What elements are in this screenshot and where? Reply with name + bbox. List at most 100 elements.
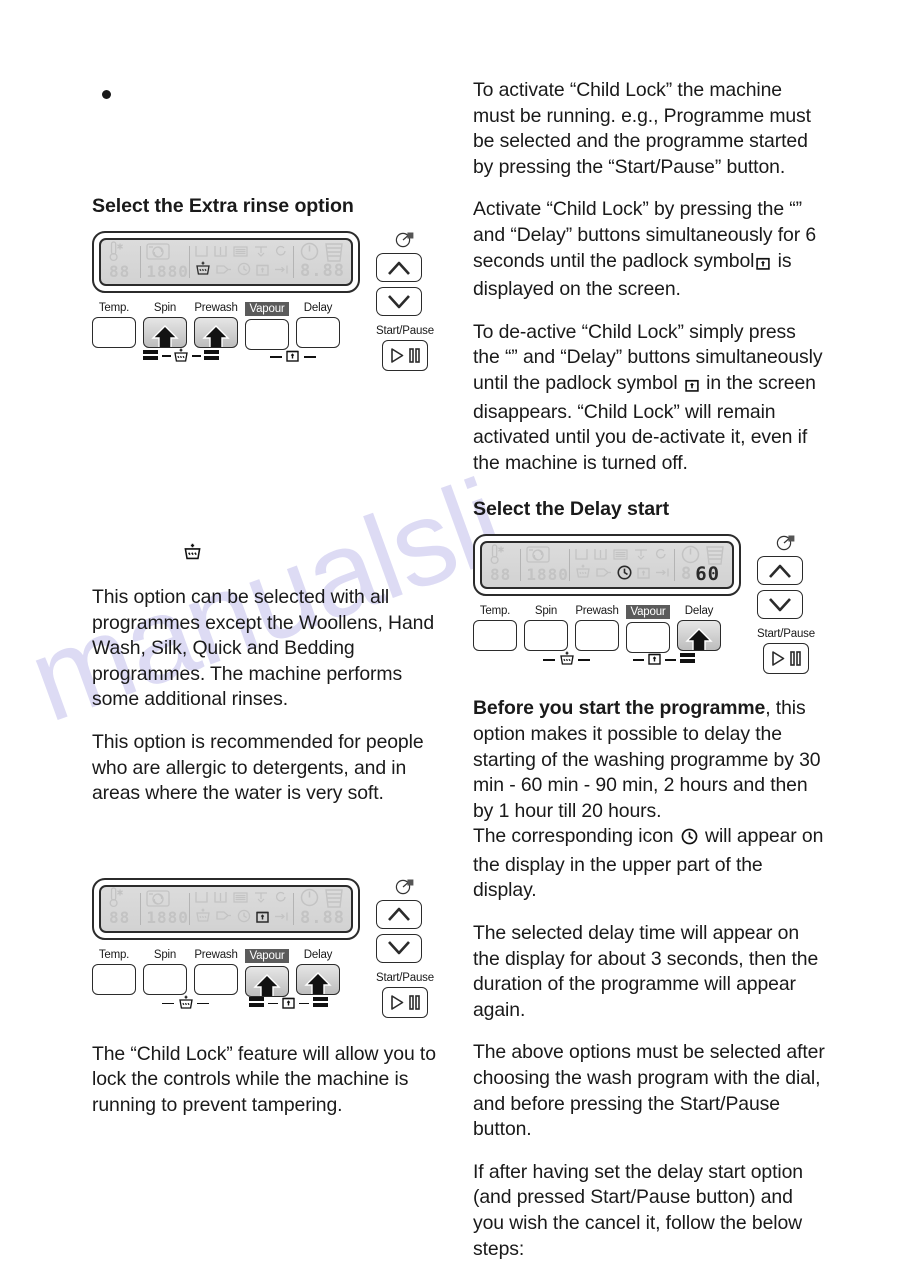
extra-rinse-icon [559,651,575,672]
button-up[interactable] [376,253,422,282]
temperature-digits: 88 [109,261,131,281]
button-spin[interactable]: Spin [143,949,187,997]
remaining-time-digits: 8.88 [299,261,345,281]
button-label: Temp. [479,605,511,618]
paragraph-activate-child-lock-2: Activate “Child Lock” by pressing the “”… [473,197,825,302]
button-temp[interactable]: Temp. [92,302,136,350]
mainwash-icon [214,245,228,262]
bullet-marker [102,90,111,99]
button-label: Prewash [194,948,238,961]
button-start-pause[interactable]: Start/Pause [376,972,434,1018]
extra-rinse-icon [195,261,211,281]
button-spin[interactable]: Spin [143,302,187,350]
right-column: To activate “Child Lock” the machine mus… [473,78,825,1279]
button-prewash[interactable]: Prewash [575,605,619,653]
chevron-up-icon [388,261,410,275]
button-down[interactable] [757,590,803,620]
chevron-up-icon [388,907,410,922]
button-start-pause[interactable]: Start/Pause [376,325,434,371]
play-icon [391,348,404,363]
button-label: Vapour [245,948,289,963]
child-lock-padlock-icon [637,565,651,583]
door-lock-icon [274,263,289,279]
button-temp[interactable]: Temp. [473,605,517,653]
button-vapour[interactable]: Vapour [245,302,289,350]
door-lock-icon [274,910,289,926]
paragraph-child-lock-intro: The “Child Lock” feature will allow you … [92,1042,436,1116]
button-label: Delay [684,605,714,618]
button-label: Start/Pause [376,971,434,984]
paragraph-option-order: The above options must be selected after… [473,1041,825,1141]
button-spin[interactable]: Spin [524,605,568,653]
spin-digits: 1880 [526,564,569,584]
child-lock-padlock-icon [648,651,661,670]
button-prewash[interactable]: Prewash [194,302,238,350]
button-up[interactable] [757,556,803,586]
softener-icon [634,548,648,565]
paragraph-extra-rinse-recommend: This option is recommended for people wh… [92,730,424,805]
section-heading-delay-start: Select the Delay start [473,498,670,521]
spin-phase-icon [274,891,287,908]
prewash-arrow-icon [216,263,232,280]
control-panel-delay-start: 88 1880 8 60 Temp. Spin Prewash Vapour D… [473,534,825,675]
prewash-icon [575,548,589,565]
delay-clock-icon [681,827,698,853]
button-label: Vapour [245,302,289,316]
temperature-digits: 88 [109,908,131,928]
button-start-pause[interactable]: Start/Pause [757,628,815,675]
programme-dial-icon [376,231,434,249]
softener-icon [254,891,268,908]
press-arrow-icon [685,628,713,651]
button-label: Prewash [194,302,238,314]
child-lock-padlock-icon [685,374,699,400]
prewash-arrow-icon [596,566,612,583]
door-lock-icon [655,566,670,582]
chevron-down-icon [388,294,410,308]
button-vapour[interactable]: Vapour [626,605,670,654]
button-delay[interactable]: Delay [296,302,340,350]
control-panel-child-lock: 88 1880 8.88 Temp. Spin Prewash Vapour D… [92,877,450,1018]
button-label: Temp. [98,302,130,314]
child-lock-padlock-icon [256,909,270,927]
delay-clock-icon [617,565,632,584]
chevron-down-icon [388,941,410,955]
pause-icon [409,994,420,1010]
extra-rinse-icon [195,908,211,928]
button-down[interactable] [376,287,422,316]
paragraph-text: The corresponding icon [473,825,674,848]
programme-dial-icon [757,534,815,552]
press-arrow-icon [202,325,230,347]
paragraph-delay-before-start: Before you start the programme, this opt… [473,696,825,824]
mainwash-icon [594,548,608,565]
temperature-digits: 88 [490,564,512,584]
button-label: Delay [303,302,333,314]
child-lock-padlock-icon [286,348,299,367]
button-temp[interactable]: Temp. [92,949,136,997]
button-label: Prewash [575,605,619,618]
softener-icon [254,245,268,262]
control-panel-extra-rinse: 88 1880 8.88 Temp. Spin Prewash Vapour D… [92,231,450,371]
button-label: Start/Pause [376,325,434,337]
extra-rinse-icon [173,348,189,369]
chevron-down-icon [769,597,791,612]
button-delay[interactable]: Delay [677,605,721,653]
bold-lead: Before you start the programme [473,697,766,720]
rinse-icon [613,548,629,565]
button-prewash[interactable]: Prewash [194,949,238,997]
prewash-icon [195,891,209,908]
button-vapour[interactable]: Vapour [245,948,289,997]
programme-dial-icon [376,878,434,896]
child-lock-padlock-icon [282,995,295,1014]
paragraph-delay-display-timing: The selected delay time will appear on t… [473,922,819,1021]
button-up[interactable] [376,899,422,929]
extra-rinse-icon [178,995,194,1016]
paragraph-activate-child-lock-1: To activate “Child Lock” the machine mus… [473,79,811,178]
chevron-up-icon [769,564,791,578]
paragraph-delay-icon-note: The corresponding icon will appear on th… [473,824,825,904]
press-arrow-icon [253,973,281,996]
section-heading-extra-rinse: Select the Extra rinse option [92,195,354,217]
child-lock-padlock-icon [756,252,771,278]
button-down[interactable] [376,933,422,963]
button-delay[interactable]: Delay [296,949,340,997]
delay-clock-icon [237,262,251,280]
